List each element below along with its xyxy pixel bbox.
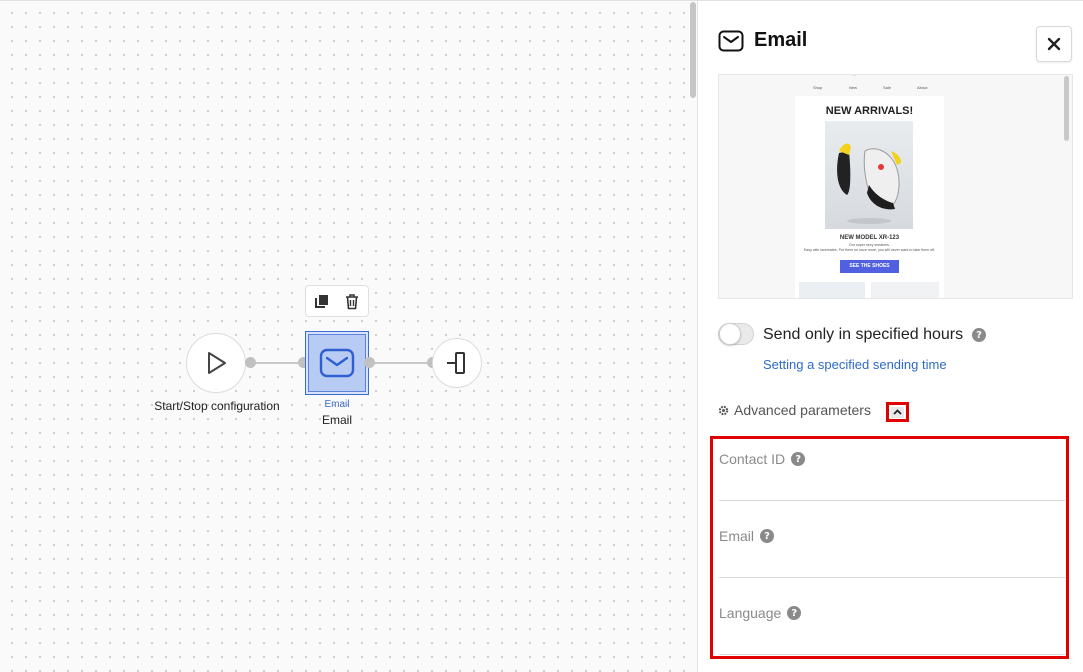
panel-header: Email — [718, 29, 807, 52]
envelope-icon — [718, 30, 744, 51]
preview-nav-item: Sale — [883, 85, 892, 90]
preview-thumb — [871, 282, 939, 298]
preview-line-2: Easy with lacemates. Put them on once mo… — [803, 248, 936, 252]
preview-logo: logo — [847, 75, 860, 76]
email-preview[interactable]: logo Shop New Sale About NEW ARRIVALS! N — [718, 74, 1073, 299]
email-settings-panel: Email logo Shop New Sale About NEW ARRIV… — [697, 0, 1083, 672]
flow-canvas[interactable]: Start/Stop configuration Email Email — [0, 0, 697, 672]
advanced-collapse-button[interactable] — [886, 402, 909, 422]
preview-nav-item: About — [917, 85, 928, 90]
close-button[interactable] — [1036, 26, 1072, 62]
email-node-label: Email — [321, 413, 352, 427]
send-hours-link[interactable]: Setting a specified sending time — [763, 357, 947, 372]
preview-scrollbar[interactable] — [1064, 76, 1069, 141]
start-node-label: Start/Stop configuration — [154, 399, 280, 413]
param-label-text: Language — [719, 605, 782, 621]
panel-title: Email — [754, 29, 808, 51]
preview-heading: NEW ARRIVALS! — [825, 105, 914, 117]
email-node-body — [308, 334, 366, 392]
gear-icon — [718, 405, 729, 415]
email-label: Email ? — [719, 528, 775, 544]
toggle-knob — [719, 323, 741, 345]
advanced-parameters-row[interactable]: Advanced parameters — [718, 402, 871, 418]
param-label-text: Email — [719, 528, 755, 544]
preview-nav-item: New — [849, 85, 858, 90]
edge-email-end — [369, 362, 432, 364]
send-hours-label: Send only in specified hours — [763, 326, 964, 343]
envelope-icon — [319, 348, 355, 378]
preview-cta-button: SEE THE SHOES — [840, 260, 899, 273]
help-icon[interactable]: ? — [791, 452, 806, 466]
help-icon[interactable]: ? — [787, 606, 802, 620]
start-node[interactable] — [186, 333, 246, 393]
node-toolbar — [305, 285, 369, 317]
contact-id-field[interactable]: Contact ID ? — [719, 439, 1065, 501]
trash-icon — [346, 293, 358, 309]
canvas-scrollbar[interactable] — [690, 2, 696, 98]
play-icon — [208, 352, 226, 374]
help-icon[interactable]: ? — [760, 529, 775, 543]
contact-id-label: Contact ID ? — [719, 451, 806, 467]
email-node[interactable] — [305, 331, 369, 395]
preview-thumb — [799, 282, 865, 298]
advanced-parameters-section: Contact ID ? Email ? Language ? — [710, 436, 1069, 659]
copy-button[interactable] — [311, 290, 333, 312]
language-field[interactable]: Language ? — [719, 593, 1065, 655]
end-node[interactable] — [432, 338, 482, 388]
copy-icon — [315, 295, 328, 308]
email-output-port[interactable] — [364, 357, 375, 368]
preview-nav-item: Shop — [813, 85, 823, 90]
chevron-up-icon — [893, 409, 902, 415]
delete-button[interactable] — [341, 290, 363, 312]
send-hours-toggle[interactable] — [718, 323, 754, 345]
help-icon[interactable]: ? — [972, 328, 986, 342]
start-output-port[interactable] — [245, 357, 256, 368]
edge-start-email — [250, 362, 305, 364]
language-label: Language ? — [719, 605, 802, 621]
exit-icon — [447, 352, 465, 374]
shoe-image — [837, 143, 901, 224]
param-label-text: Contact ID — [719, 451, 786, 467]
email-node-type: Email — [324, 399, 350, 410]
preview-card: NEW ARRIVALS! NEW MODEL XR-123 Our super… — [795, 96, 944, 298]
close-icon — [1047, 37, 1061, 51]
advanced-parameters-label: Advanced parameters — [734, 402, 871, 418]
preview-line-1: Our super sexy sneakers. — [849, 243, 890, 247]
preview-model: NEW MODEL XR-123 — [839, 235, 900, 241]
email-field[interactable]: Email ? — [719, 516, 1065, 578]
preview-shoe-image — [825, 121, 913, 229]
